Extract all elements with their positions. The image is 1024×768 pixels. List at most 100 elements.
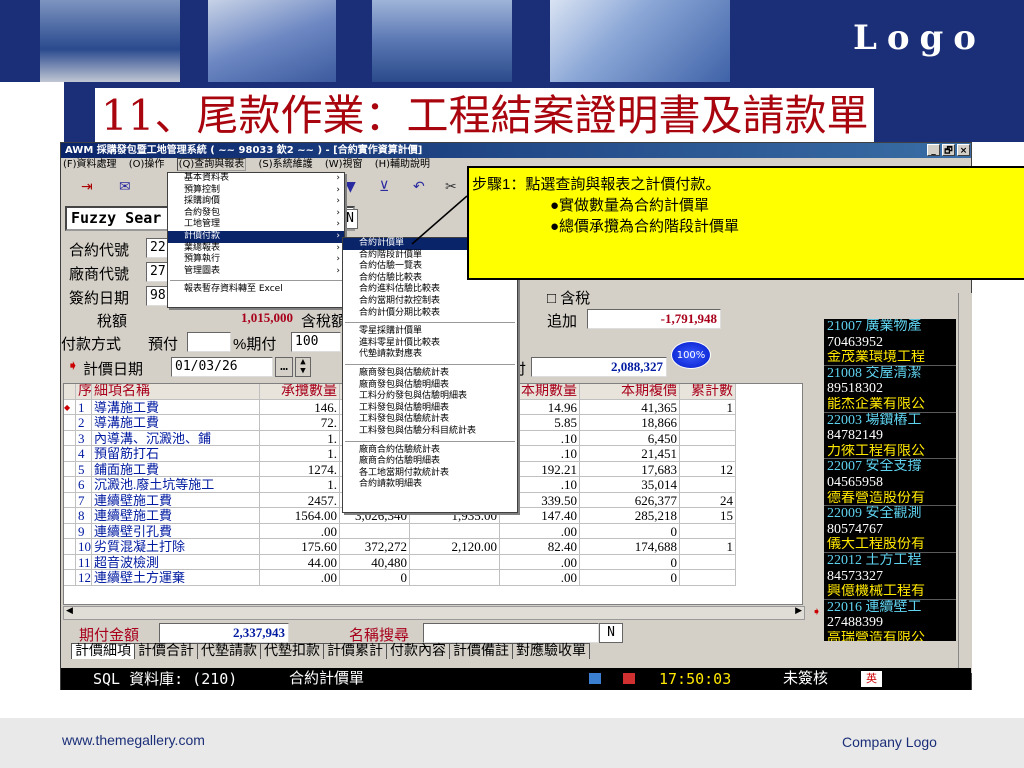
tab-acceptance-form[interactable]: 對應驗收單 <box>512 643 590 659</box>
col-header-no[interactable]: 序 <box>76 384 92 400</box>
submenu-item[interactable]: 廠商發包與估驗統計表 <box>343 368 517 380</box>
vendor-company[interactable]: 興億機械工程有 <box>824 584 956 600</box>
table-row[interactable]: 12 連續壁土方運棄 .00 0.00 0 <box>64 570 802 586</box>
table-row[interactable]: 11 超音波檢測 44.00 40,480 .00 0 <box>64 554 802 570</box>
menu-item[interactable]: 基本資料表 › <box>168 173 344 185</box>
col-header-cum[interactable]: 累計數 <box>680 384 736 400</box>
footer-website[interactable]: www.themegallery.com <box>62 732 205 748</box>
arrow-down-icon[interactable]: ▼ <box>345 179 356 195</box>
submenu-item[interactable]: 合約進料估驗比較表 <box>343 284 517 296</box>
menu-item[interactable]: 預算執行 › <box>168 254 344 266</box>
menu-item[interactable]: 採購詢價 › <box>168 196 344 208</box>
menu-operate[interactable]: (O)操作 <box>129 159 165 170</box>
tab-calc-cumulative[interactable]: 計價累計 <box>323 643 387 659</box>
submenu-item[interactable]: 進料零星計價比較表 <box>343 338 517 350</box>
vendor-phone[interactable]: 89518302 <box>824 381 956 397</box>
menu-item[interactable]: 業總報表 › <box>168 243 344 255</box>
prepay-field[interactable] <box>187 332 231 352</box>
vendor-code[interactable]: 21008 交屋清潔 <box>824 366 956 382</box>
horizontal-scrollbar[interactable]: ◀ ▶ <box>63 606 805 620</box>
vendor-company[interactable]: 力徠工程有限公 <box>824 444 956 460</box>
vendor-code[interactable]: 22016 連續壁工 <box>824 600 956 616</box>
submenu-item[interactable]: 廠商合約估驗統計表 <box>343 445 517 457</box>
submenu-item[interactable]: 工料發包與估驗統計表 <box>343 414 517 426</box>
vendor-phone[interactable]: 04565958 <box>824 475 956 491</box>
scroll-left-icon[interactable]: ◀ <box>66 606 73 616</box>
menu-item[interactable]: 計價付款 › <box>168 230 344 243</box>
vendor-phone[interactable]: 84782149 <box>824 428 956 444</box>
menu-system[interactable]: (S)系統維護 <box>259 159 313 170</box>
tab-calc-total[interactable]: 計價合計 <box>134 643 198 659</box>
vertical-scrollbar[interactable] <box>958 293 972 673</box>
submenu-item[interactable]: 各工地當期付款統計表 <box>343 468 517 480</box>
submenu-item[interactable]: 廠商合約估驗明細表 <box>343 456 517 468</box>
submenu-item[interactable]: 合約請款明細表 <box>343 479 517 491</box>
col-header-name[interactable]: 細項名稱 <box>92 384 260 400</box>
menu-window[interactable]: (W)視窗 <box>325 159 363 170</box>
period-pct-field[interactable]: 100 <box>291 332 341 352</box>
submenu-item[interactable]: 代墊請款對應表 <box>343 349 517 361</box>
vendor-company[interactable]: 高瑞營造有限公 <box>824 631 956 641</box>
menu-file[interactable]: (F)資料處理 <box>63 159 117 170</box>
name-search-input[interactable] <box>423 623 599 643</box>
vendor-company[interactable]: 德春營造股份有 <box>824 491 956 507</box>
submenu-item[interactable]: 合約計價分期比較表 <box>343 308 517 320</box>
menu-item[interactable]: 合約發包 › <box>168 208 344 220</box>
row-indicator <box>64 508 76 524</box>
vendor-list[interactable]: 21007 廣業物產 70463952 金茂業環境工程 21008 交屋清潔 89518… <box>824 319 956 641</box>
vendor-company[interactable]: 儀大工程股份有 <box>824 537 956 553</box>
menu-help[interactable]: (H)輔助說明 <box>375 159 430 170</box>
vendor-company[interactable]: 能杰企業有限公 <box>824 397 956 413</box>
date-spin-button[interactable]: ▲ ▼ <box>295 357 311 377</box>
tab-advance-deduct[interactable]: 代墊扣款 <box>260 643 324 659</box>
tab-payment-content[interactable]: 付款內容 <box>386 643 450 659</box>
menu-item[interactable]: 管理圖表 › <box>168 266 344 278</box>
vendor-code[interactable]: 21007 廣業物產 <box>824 319 956 335</box>
pay-amount-field[interactable]: 2,088,327 <box>531 357 667 377</box>
lang-toggle[interactable]: 英 <box>861 671 882 687</box>
minimize-button[interactable]: _ <box>927 144 940 156</box>
submenu-item[interactable]: 零星採購計價單 <box>343 326 517 338</box>
name-search-n-button[interactable]: N <box>599 623 623 643</box>
restore-button[interactable]: 🗗 <box>942 144 955 156</box>
tax-incl-checkbox[interactable]: □ 含稅 <box>547 287 590 308</box>
mail-icon[interactable]: ✉ <box>119 179 131 195</box>
submenu-item[interactable]: 合約當期付款控制表 <box>343 296 517 308</box>
table-row[interactable]: 9 連續壁引孔費 .00.00 0 <box>64 523 802 539</box>
close-button[interactable]: × <box>957 144 970 156</box>
submenu-item[interactable]: 工料發包與估驗明細表 <box>343 403 517 415</box>
menu-query-report[interactable]: (Q)查詢與報表 <box>176 158 247 171</box>
col-header-qty[interactable]: 承攬數量 <box>260 384 340 400</box>
period-amount-field[interactable]: 2,337,943 <box>159 623 289 643</box>
scroll-right-icon[interactable]: ▶ <box>795 606 802 616</box>
vendor-phone[interactable]: 27488399 <box>824 615 956 631</box>
vendor-phone[interactable]: 70463952 <box>824 335 956 351</box>
col-header-period-price[interactable]: 本期複價 <box>580 384 680 400</box>
calc-date-field[interactable]: 01/03/26 <box>171 357 273 377</box>
vendor-phone[interactable]: 84573327 <box>824 569 956 585</box>
table-row[interactable]: 10 劣質混凝土打除 175.60 372,272 2,120.00 82.40 174,6… <box>64 539 802 555</box>
submenu-item[interactable]: 工料分約發包與估驗明細表 <box>343 391 517 403</box>
row-qty: .00 <box>260 523 340 539</box>
row-item-name: 超音波檢測 <box>92 554 260 570</box>
add-amount-field[interactable]: -1,791,948 <box>587 309 721 329</box>
menu-item[interactable]: 報表暫存資料轉至 Excel <box>168 284 344 296</box>
tab-calc-items[interactable]: 計價細項 <box>71 643 135 659</box>
vendor-code[interactable]: 22012 土方工程 <box>824 553 956 569</box>
menu-item[interactable]: 工地管理 › <box>168 219 344 231</box>
undo-icon[interactable]: ↶ <box>413 179 425 195</box>
submenu-item[interactable]: 工料發包與估驗分科目統計表 <box>343 426 517 438</box>
vendor-company[interactable]: 金茂業環境工程 <box>824 350 956 366</box>
cut-icon[interactable]: ✂ <box>445 179 457 195</box>
vendor-code[interactable]: 22003 場鑽樁工 <box>824 413 956 429</box>
menu-item[interactable]: 預算控制 › <box>168 185 344 197</box>
vendor-code[interactable]: 22007 安全支撐 <box>824 459 956 475</box>
tab-advance-request[interactable]: 代墊請款 <box>197 643 261 659</box>
tab-calc-notes[interactable]: 計價備註 <box>449 643 513 659</box>
vendor-code[interactable]: 22009 安全觀測 <box>824 506 956 522</box>
exit-icon[interactable]: ⇥ <box>81 179 93 195</box>
last-record-icon[interactable]: ⊻ <box>379 179 389 195</box>
submenu-item[interactable]: 廠商發包與估驗明細表 <box>343 380 517 392</box>
vendor-phone[interactable]: 80574767 <box>824 522 956 538</box>
date-picker-button[interactable]: … <box>275 357 293 377</box>
